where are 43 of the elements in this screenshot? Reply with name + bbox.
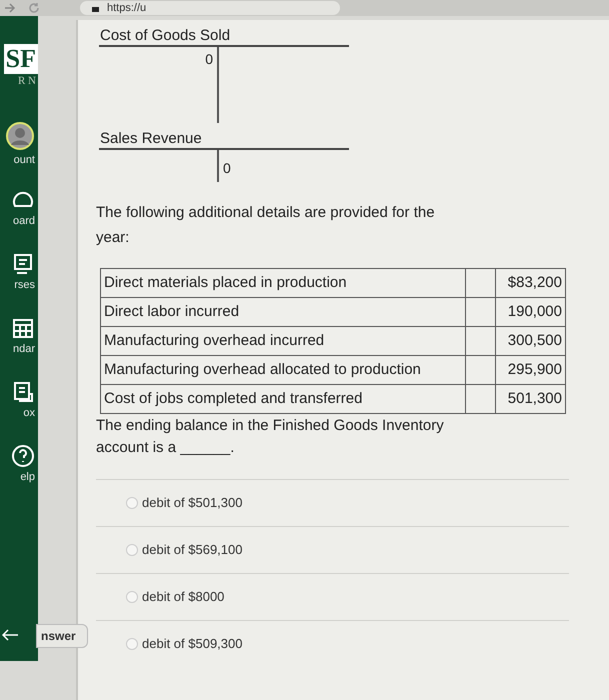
- option-label[interactable]: debit of $569,100: [142, 540, 242, 560]
- table-cell: $83,200: [496, 268, 566, 298]
- option-label[interactable]: debit of $509,300: [142, 634, 242, 654]
- url-text: https://u: [107, 2, 146, 14]
- sidebar-item[interactable]: oard: [0, 175, 38, 239]
- sidebar-item[interactable]: rses: [0, 239, 38, 303]
- sidebar-item[interactable]: ount: [0, 111, 38, 175]
- table-cell: Manufacturing overhead incurred: [100, 326, 466, 356]
- credit-amount: 0: [223, 160, 231, 176]
- table-cell: 295,900: [496, 356, 566, 384]
- avatar-icon: [5, 120, 35, 150]
- back-arrow-icon[interactable]: [2, 629, 18, 641]
- account-title: Cost of Goods Sold: [99, 26, 232, 45]
- account-title: Sales Revenue: [99, 129, 203, 148]
- table-cell: Manufacturing overhead allocated to production: [100, 356, 466, 384]
- option-label[interactable]: debit of $501,300: [142, 493, 242, 513]
- inbox-icon: [11, 380, 35, 404]
- option-label[interactable]: debit of $8000: [142, 587, 224, 607]
- lock-icon: [92, 4, 99, 12]
- radio-button[interactable]: [126, 544, 138, 556]
- logo-text: SF: [4, 44, 38, 74]
- logo[interactable]: SF R N: [0, 44, 38, 87]
- table-cell: Direct materials placed in production: [100, 268, 466, 298]
- radio-button[interactable]: [126, 638, 138, 650]
- debit-amount: 0: [205, 51, 213, 67]
- radio-button[interactable]: [126, 591, 138, 603]
- question-text: The ending balance in the Finished Goods Inventory account is a ______.: [96, 416, 445, 458]
- table-cell: 190,000: [496, 298, 566, 326]
- radio-button[interactable]: [126, 497, 138, 509]
- table-cell: 501,300: [496, 384, 566, 414]
- forward-arrow-icon[interactable]: [4, 2, 16, 14]
- sidebar-item[interactable]: ndar: [0, 303, 38, 367]
- sidebar-item[interactable]: elp: [0, 431, 38, 495]
- address-bar[interactable]: https://u: [80, 1, 340, 15]
- intro-text: The following additional details are provided for the year:: [96, 203, 436, 248]
- help-icon: [11, 444, 35, 468]
- table-cell: 300,500: [496, 326, 566, 356]
- table-cell: Direct labor incurred: [100, 298, 466, 326]
- reload-icon[interactable]: [28, 2, 40, 14]
- table-cell: Cost of jobs completed and transferred: [100, 384, 466, 414]
- sidebar-item[interactable]: ox: [0, 367, 38, 431]
- answer-tab[interactable]: nswer: [36, 624, 88, 648]
- logo-subtitle: R N: [18, 76, 37, 87]
